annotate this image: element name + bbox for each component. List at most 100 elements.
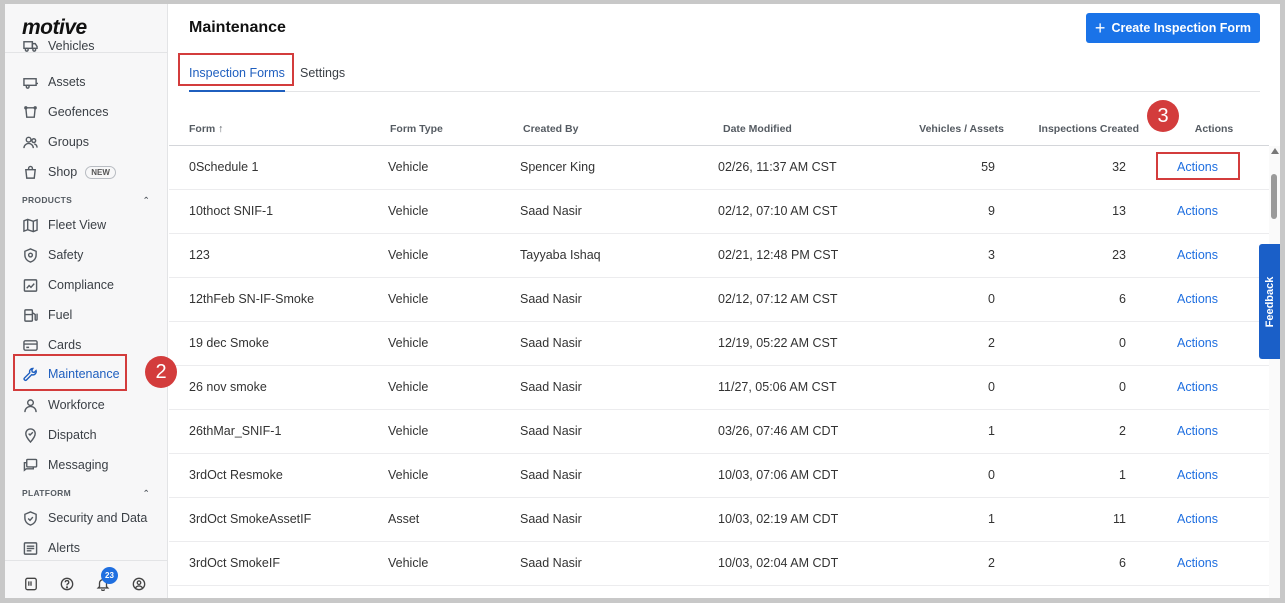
active-tab-indicator [189, 90, 285, 92]
cell-inspections-created: 11 [1113, 512, 1126, 526]
actions-link[interactable]: Actions [1177, 380, 1218, 394]
table-row[interactable]: 26thMar_SNIF-1 Vehicle Saad Nasir 03/26,… [169, 410, 1269, 454]
sidebar-item-safety[interactable]: Safety [16, 242, 156, 268]
new-badge: NEW [85, 165, 116, 179]
compliance-icon [22, 277, 38, 293]
table-row[interactable]: 123 Vehicle Tayyaba Ishaq 02/21, 12:48 P… [169, 234, 1269, 278]
cell-form: 0Schedule 1 [189, 160, 259, 174]
vertical-scrollbar[interactable] [1269, 146, 1280, 598]
help-icon[interactable] [60, 577, 74, 591]
cell-form-type: Vehicle [388, 380, 429, 394]
shop-icon [22, 164, 38, 180]
sidebar-item-workforce[interactable]: Workforce [16, 392, 156, 418]
cell-vehicles-assets: 0 [988, 292, 995, 306]
table-row[interactable]: 3rdOct Resmoke Vehicle Saad Nasir 10/03,… [169, 454, 1269, 498]
sidebar-item-label: Geofences [48, 105, 109, 119]
cell-form-type: Vehicle [388, 468, 429, 482]
sidebar-item-alerts[interactable]: Alerts [16, 535, 156, 561]
security-icon [22, 510, 38, 526]
highlight-actions-link [1156, 152, 1240, 180]
table-row[interactable]: 10thoct SNIF-1 Vehicle Saad Nasir 02/12,… [169, 190, 1269, 234]
cell-inspections-created: 32 [1112, 160, 1126, 174]
tab-bar: Inspection Forms Settings [189, 64, 1260, 92]
cell-form: 26 nov smoke [189, 380, 267, 394]
book-icon[interactable] [24, 577, 38, 591]
sidebar-item-label: Shop [48, 165, 78, 179]
column-header-inspections-created: Inspections Created [1038, 123, 1139, 135]
cell-date-modified: 10/03, 07:06 AM CDT [718, 468, 839, 482]
page-title: Maintenance [189, 19, 286, 36]
geofence-icon [22, 104, 38, 120]
table-row[interactable]: 12thFeb SN-IF-Smoke Vehicle Saad Nasir 0… [169, 278, 1269, 322]
sidebar-item-dispatch[interactable]: Dispatch [16, 422, 156, 448]
products-section-header[interactable]: PRODUCTS ⌃ [22, 195, 150, 206]
actions-link[interactable]: Actions [1177, 424, 1218, 438]
cell-vehicles-assets: 2 [988, 336, 995, 350]
cell-created-by: Saad Nasir [520, 512, 582, 526]
cell-vehicles-assets: 1 [988, 424, 995, 438]
sidebar-item-fuel[interactable]: Fuel [16, 302, 156, 328]
actions-link[interactable]: Actions [1177, 556, 1218, 570]
dispatch-icon [22, 427, 38, 443]
feedback-tab[interactable]: Feedback [1259, 244, 1280, 359]
cell-form: 12thFeb SN-IF-Smoke [189, 292, 315, 306]
cell-created-by: Saad Nasir [520, 204, 582, 218]
sidebar-item-shop[interactable]: Shop NEW [16, 159, 156, 185]
column-header-form[interactable]: Form ↑ [189, 123, 223, 135]
actions-link[interactable]: Actions [1177, 204, 1218, 218]
cell-created-by: Tayyaba Ishaq [520, 248, 601, 262]
scroll-up-arrow-icon[interactable] [1271, 148, 1279, 154]
cell-vehicles-assets: 1 [988, 512, 995, 526]
column-header-form-type: Form Type [390, 123, 443, 135]
cell-inspections-created: 0 [1119, 380, 1126, 394]
cell-date-modified: 10/03, 02:04 AM CDT [718, 556, 839, 570]
table-row[interactable]: 3rdOct SmokeIF Vehicle Saad Nasir 10/03,… [169, 542, 1269, 586]
create-inspection-form-button[interactable]: + Create Inspection Form [1086, 13, 1260, 43]
feedback-label: Feedback [1263, 276, 1276, 327]
sidebar-item-assets[interactable]: Assets [16, 69, 156, 95]
sidebar-item-groups[interactable]: Groups [16, 129, 156, 155]
account-icon[interactable] [132, 577, 146, 591]
sidebar: motive Vehicles Assets Geofences Groups … [5, 4, 168, 598]
cell-form-type: Vehicle [388, 248, 429, 262]
sidebar-item-compliance[interactable]: Compliance [16, 272, 156, 298]
table-row[interactable]: 26 nov smoke Vehicle Saad Nasir 11/27, 0… [169, 366, 1269, 410]
table-row[interactable]: 19 dec Smoke Vehicle Saad Nasir 12/19, 0… [169, 322, 1269, 366]
sidebar-item-geofences[interactable]: Geofences [16, 99, 156, 125]
cell-inspections-created: 13 [1112, 204, 1126, 218]
cell-vehicles-assets: 2 [988, 556, 995, 570]
actions-link[interactable]: Actions [1177, 468, 1218, 482]
tab-settings[interactable]: Settings [300, 66, 345, 80]
cell-date-modified: 03/26, 07:46 AM CDT [718, 424, 839, 438]
actions-link[interactable]: Actions [1177, 512, 1218, 526]
fuel-icon [22, 307, 38, 323]
cell-form: 19 dec Smoke [189, 336, 269, 350]
actions-link[interactable]: Actions [1177, 248, 1218, 262]
sidebar-item-label: Assets [48, 75, 86, 89]
table-row[interactable]: 3rdOct SmokeAssetIF Asset Saad Nasir 10/… [169, 498, 1269, 542]
sidebar-item-messaging[interactable]: Messaging [16, 452, 156, 478]
motive-logo[interactable]: motive [22, 16, 87, 40]
sidebar-item-fleet-view[interactable]: Fleet View [16, 212, 156, 238]
notification-count-badge: 23 [101, 567, 118, 584]
cell-form: 3rdOct SmokeAssetIF [189, 512, 312, 526]
cell-vehicles-assets: 59 [981, 160, 995, 174]
actions-link[interactable]: Actions [1177, 336, 1218, 350]
cell-date-modified: 10/03, 02:19 AM CDT [718, 512, 839, 526]
section-label: PLATFORM [22, 488, 71, 498]
sidebar-item-security-and-data[interactable]: Security and Data [16, 505, 156, 531]
sidebar-item-label: Safety [48, 248, 84, 262]
cell-form: 26thMar_SNIF-1 [189, 424, 282, 438]
scrollbar-thumb[interactable] [1271, 174, 1277, 219]
cell-created-by: Saad Nasir [520, 556, 582, 570]
alerts-icon [22, 540, 38, 556]
messaging-icon [22, 457, 38, 473]
table-row[interactable]: 0Schedule 1 Vehicle Spencer King 02/26, … [169, 146, 1269, 190]
sidebar-item-label: Compliance [48, 278, 115, 292]
platform-section-header[interactable]: PLATFORM ⌃ [22, 488, 150, 499]
cell-form-type: Vehicle [388, 204, 429, 218]
actions-link[interactable]: Actions [1177, 292, 1218, 306]
cell-date-modified: 12/19, 05:22 AM CST [718, 336, 838, 350]
sidebar-item-vehicles[interactable]: Vehicles [16, 39, 156, 53]
main-content: Maintenance + Create Inspection Form Ins… [169, 4, 1280, 598]
